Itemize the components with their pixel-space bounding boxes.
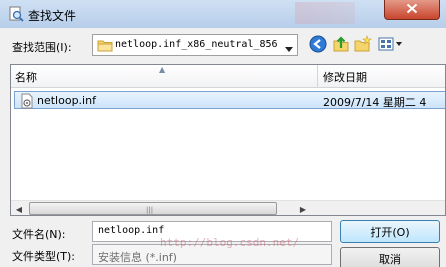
column-header-date[interactable]: 修改日期 bbox=[323, 69, 367, 85]
file-name-label: 文件名(N): bbox=[12, 228, 66, 241]
back-arrow-icon bbox=[309, 35, 327, 56]
file-name-value: netloop.inf bbox=[98, 225, 165, 236]
view-menu-button[interactable] bbox=[376, 35, 406, 55]
back-button[interactable] bbox=[308, 35, 328, 55]
file-type-label: 文件类型(T): bbox=[12, 250, 76, 263]
look-in-dropdown[interactable]: netloop.inf_x86_neutral_856 bbox=[92, 34, 298, 56]
title-decoration bbox=[295, 2, 355, 24]
open-button-label: 打开(O) bbox=[370, 225, 410, 239]
watermark: http://blog.csdn.net/ bbox=[160, 236, 300, 249]
horizontal-scrollbar[interactable]: ◀ ||| ▶ bbox=[11, 200, 445, 215]
close-icon bbox=[406, 3, 418, 17]
chevron-down-icon[interactable] bbox=[285, 42, 293, 55]
list-header: 名称 ▲ 修改日期 bbox=[11, 65, 445, 88]
grip-icon: ||| bbox=[146, 206, 154, 214]
view-menu-icon bbox=[378, 36, 404, 55]
up-folder-icon bbox=[332, 35, 350, 56]
scrollbar-thumb[interactable]: ||| bbox=[29, 202, 277, 215]
file-type-value: 安装信息 (*.inf) bbox=[98, 251, 177, 264]
file-name-cell: netloop.inf bbox=[37, 94, 96, 107]
scroll-right-icon[interactable]: ▶ bbox=[295, 201, 311, 215]
window-title: 查找文件 bbox=[28, 9, 77, 23]
close-button[interactable] bbox=[384, 0, 440, 20]
file-list[interactable]: 名称 ▲ 修改日期 netloop.inf 2009/7/14 星期二 4 ◀ … bbox=[10, 64, 446, 216]
cancel-button[interactable]: 取消 bbox=[340, 247, 440, 267]
look-in-label: 查找范围(I): bbox=[12, 41, 72, 54]
column-divider[interactable] bbox=[317, 65, 318, 87]
up-folder-button[interactable] bbox=[331, 35, 351, 55]
column-header-name[interactable]: 名称 bbox=[15, 69, 37, 85]
title-bar[interactable]: 查找文件 bbox=[0, 0, 446, 28]
cancel-button-label: 取消 bbox=[379, 252, 401, 266]
folder-icon bbox=[97, 38, 113, 55]
find-file-dialog: 查找文件 查找范围(I): netloop.inf_x86_neutral_85… bbox=[0, 0, 446, 267]
look-in-value: netloop.inf_x86_neutral_856 bbox=[115, 39, 278, 50]
new-folder-icon bbox=[354, 34, 372, 56]
open-button[interactable]: 打开(O) bbox=[340, 220, 440, 243]
scroll-left-icon[interactable]: ◀ bbox=[11, 201, 27, 215]
sort-ascending-icon: ▲ bbox=[159, 65, 166, 74]
new-folder-button[interactable] bbox=[353, 34, 373, 56]
file-date-cell: 2009/7/14 星期二 4 bbox=[323, 96, 427, 109]
inf-file-icon bbox=[19, 93, 35, 112]
list-item[interactable]: netloop.inf 2009/7/14 星期二 4 bbox=[14, 91, 445, 112]
search-file-icon bbox=[8, 6, 24, 22]
